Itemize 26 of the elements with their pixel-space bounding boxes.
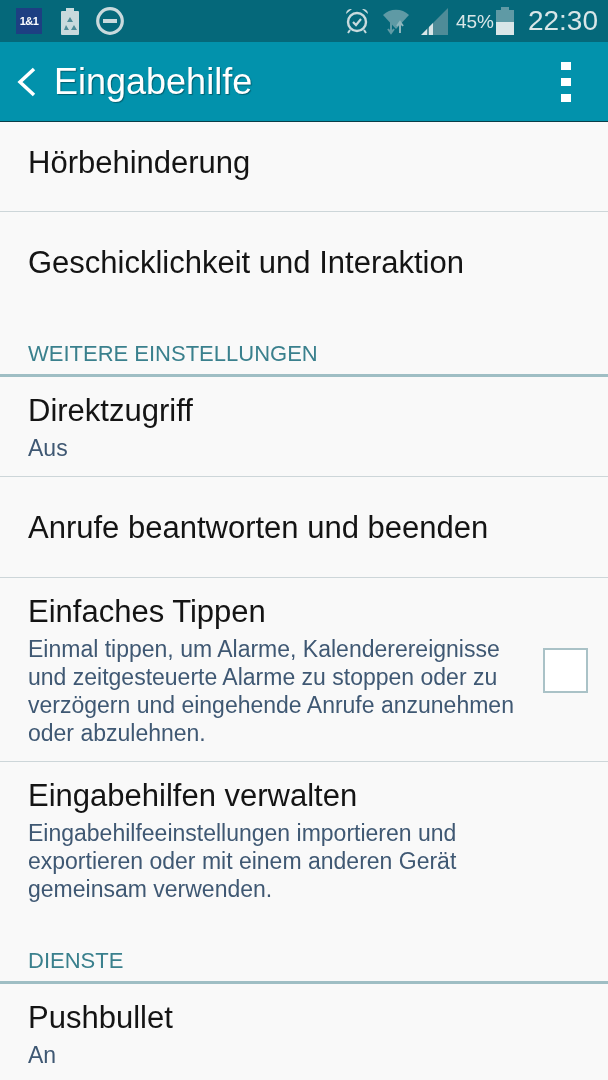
screen-title: Eingabehilfe — [54, 63, 253, 100]
battery-icon — [495, 7, 514, 35]
setting-title[interactable]: Pushbullet — [28, 1000, 580, 1036]
setting-title[interactable]: Einfaches Tippen — [28, 594, 533, 630]
section-header: WEITERE EINSTELLUNGEN — [28, 342, 319, 366]
section-header: DIENSTE — [28, 949, 125, 973]
more-vertical-icon — [561, 61, 571, 102]
carrier-logo: 1&1 — [16, 8, 42, 34]
minus-circle-icon — [96, 7, 124, 35]
setting-title[interactable]: Geschicklichkeit und Interaktion — [28, 245, 580, 281]
wifi-icon — [381, 7, 410, 35]
clock-time: 22:30 — [527, 7, 598, 35]
setting-summary: Eingabehilfeeinstellungen importieren und exportieren oder mit einem anderen Gerät gemeinsam verwenden. — [28, 819, 458, 903]
setting-title[interactable]: Direktzugriff — [28, 393, 580, 429]
checkbox[interactable] — [543, 648, 588, 693]
setting-title[interactable]: Eingabehilfen verwalten — [28, 778, 580, 814]
battery-percent: 45% — [455, 11, 494, 31]
battery-recycle-icon — [61, 7, 79, 35]
signal-icon — [420, 7, 448, 35]
setting-title[interactable]: Hörbehinderung — [28, 145, 580, 181]
back-chevron-icon — [16, 66, 36, 97]
setting-title[interactable]: Anrufe beantworten und beenden — [28, 510, 580, 546]
setting-summary: Einmal tippen, um Alarme, Kalenderereignisse und zeitgesteuerte Alarme zu stoppen oder zu verzögern und eingehende Anrufe anzunehmen oder abzulehnen. — [28, 635, 515, 747]
alarm-clock-icon — [344, 8, 369, 34]
setting-summary: Aus — [28, 434, 69, 462]
setting-summary: An — [28, 1041, 58, 1069]
